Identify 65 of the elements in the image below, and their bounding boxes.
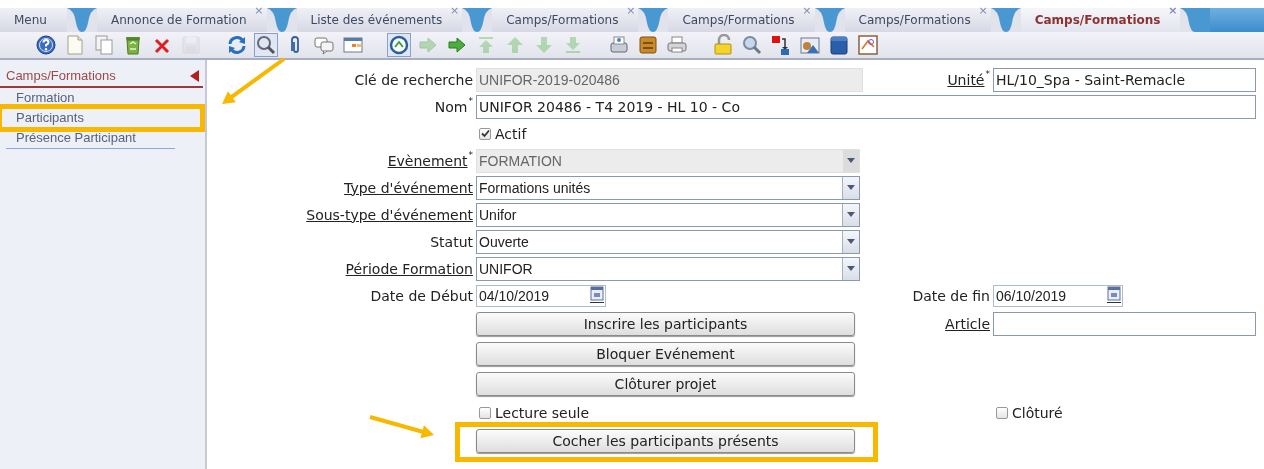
help-icon[interactable] — [34, 33, 58, 57]
dropdown-field[interactable]: Unifor — [476, 202, 860, 227]
field-link-label[interactable]: Type d'événement — [344, 179, 473, 196]
search-icon[interactable] — [254, 33, 278, 57]
calendar-icon[interactable] — [1107, 286, 1121, 303]
dropdown-field[interactable]: FORMATION — [476, 148, 860, 173]
annotation-arrow — [222, 57, 286, 104]
tab[interactable]: Camps/Formations × — [844, 8, 991, 32]
input-field[interactable]: UNIFOR-2019-020486 — [476, 67, 863, 92]
date-field[interactable]: 04/10/2019 — [476, 284, 606, 307]
input-field[interactable] — [993, 312, 1256, 336]
action-button[interactable]: Clôturer projet — [476, 372, 855, 396]
drawer-icon[interactable] — [636, 33, 660, 57]
padlock-icon[interactable] — [711, 33, 735, 57]
tab-divider — [638, 8, 669, 32]
checkbox[interactable] — [479, 407, 491, 419]
calendar-icon[interactable] — [590, 286, 604, 303]
tab[interactable]: Camps/Formations × — [1020, 8, 1181, 32]
tab-divider — [66, 8, 97, 32]
checkbox-label: Lecture seule — [495, 405, 590, 421]
required-mark: * — [468, 150, 473, 160]
tile-icon[interactable] — [827, 33, 851, 57]
field-label: Statut — [430, 233, 473, 250]
dropdown-field[interactable]: UNIFOR — [476, 256, 860, 281]
checkbox-label: Actif — [495, 125, 527, 142]
sidebar-title: Camps/Formations — [6, 68, 116, 83]
tab-strip — [1210, 8, 1264, 32]
annotation-arrow — [369, 415, 434, 439]
tab-divider — [266, 8, 297, 32]
input-field[interactable]: UNIFOR 20486 - T4 2019 - HL 10 - Co — [476, 94, 1256, 119]
tab-divider — [462, 8, 493, 32]
field-link-label[interactable]: Evènement — [387, 152, 468, 169]
magnifier-icon[interactable] — [740, 33, 764, 57]
tab[interactable]: Camps/Formations × — [668, 8, 815, 32]
field-label: Date de fin — [912, 287, 990, 304]
sidebar-item[interactable]: Formation — [6, 88, 175, 108]
field-link-label[interactable]: Sous-type d'événement — [306, 206, 473, 223]
action-button[interactable]: Inscrire les participants — [476, 312, 855, 336]
date-field[interactable]: 06/10/2019 — [993, 284, 1123, 307]
sidebar-item[interactable]: Présence Participant — [6, 128, 175, 149]
dropdown-field[interactable]: Ouverte — [476, 229, 860, 254]
field-label: Date de Début — [370, 287, 473, 304]
field-link-label[interactable]: Période Formation — [345, 260, 473, 277]
field-link-label[interactable]: Article — [945, 316, 990, 332]
input-field[interactable]: HL/10_Spa - Saint-Remacle — [993, 67, 1256, 92]
tab-divider — [814, 8, 845, 32]
tab[interactable]: Liste des événements × — [296, 8, 463, 32]
tab[interactable]: Camps/Formations × — [492, 8, 639, 32]
required-mark: * — [468, 96, 473, 106]
action-button[interactable]: Bloquer Evénement — [476, 342, 855, 366]
checkbox-label: Clôturé — [1012, 405, 1063, 421]
field-label: Nom — [434, 98, 468, 115]
checkbox[interactable] — [479, 127, 491, 140]
sidebar-item[interactable]: Participants — [6, 108, 175, 128]
action-button[interactable]: Cocher les participants présents — [476, 429, 855, 453]
field-link-label[interactable]: Unité — [947, 71, 985, 88]
tab[interactable]: Menu — [0, 8, 67, 32]
tab-divider — [1180, 8, 1211, 32]
field-label: Clé de recherche — [354, 71, 473, 88]
collapse-icon[interactable] — [190, 69, 199, 82]
checkbox[interactable] — [996, 407, 1008, 419]
tab[interactable]: Annonce de Formation × — [96, 8, 267, 32]
required-mark: * — [985, 69, 990, 79]
tab-divider — [990, 8, 1021, 32]
dropdown-field[interactable]: Formations unités — [476, 175, 860, 200]
